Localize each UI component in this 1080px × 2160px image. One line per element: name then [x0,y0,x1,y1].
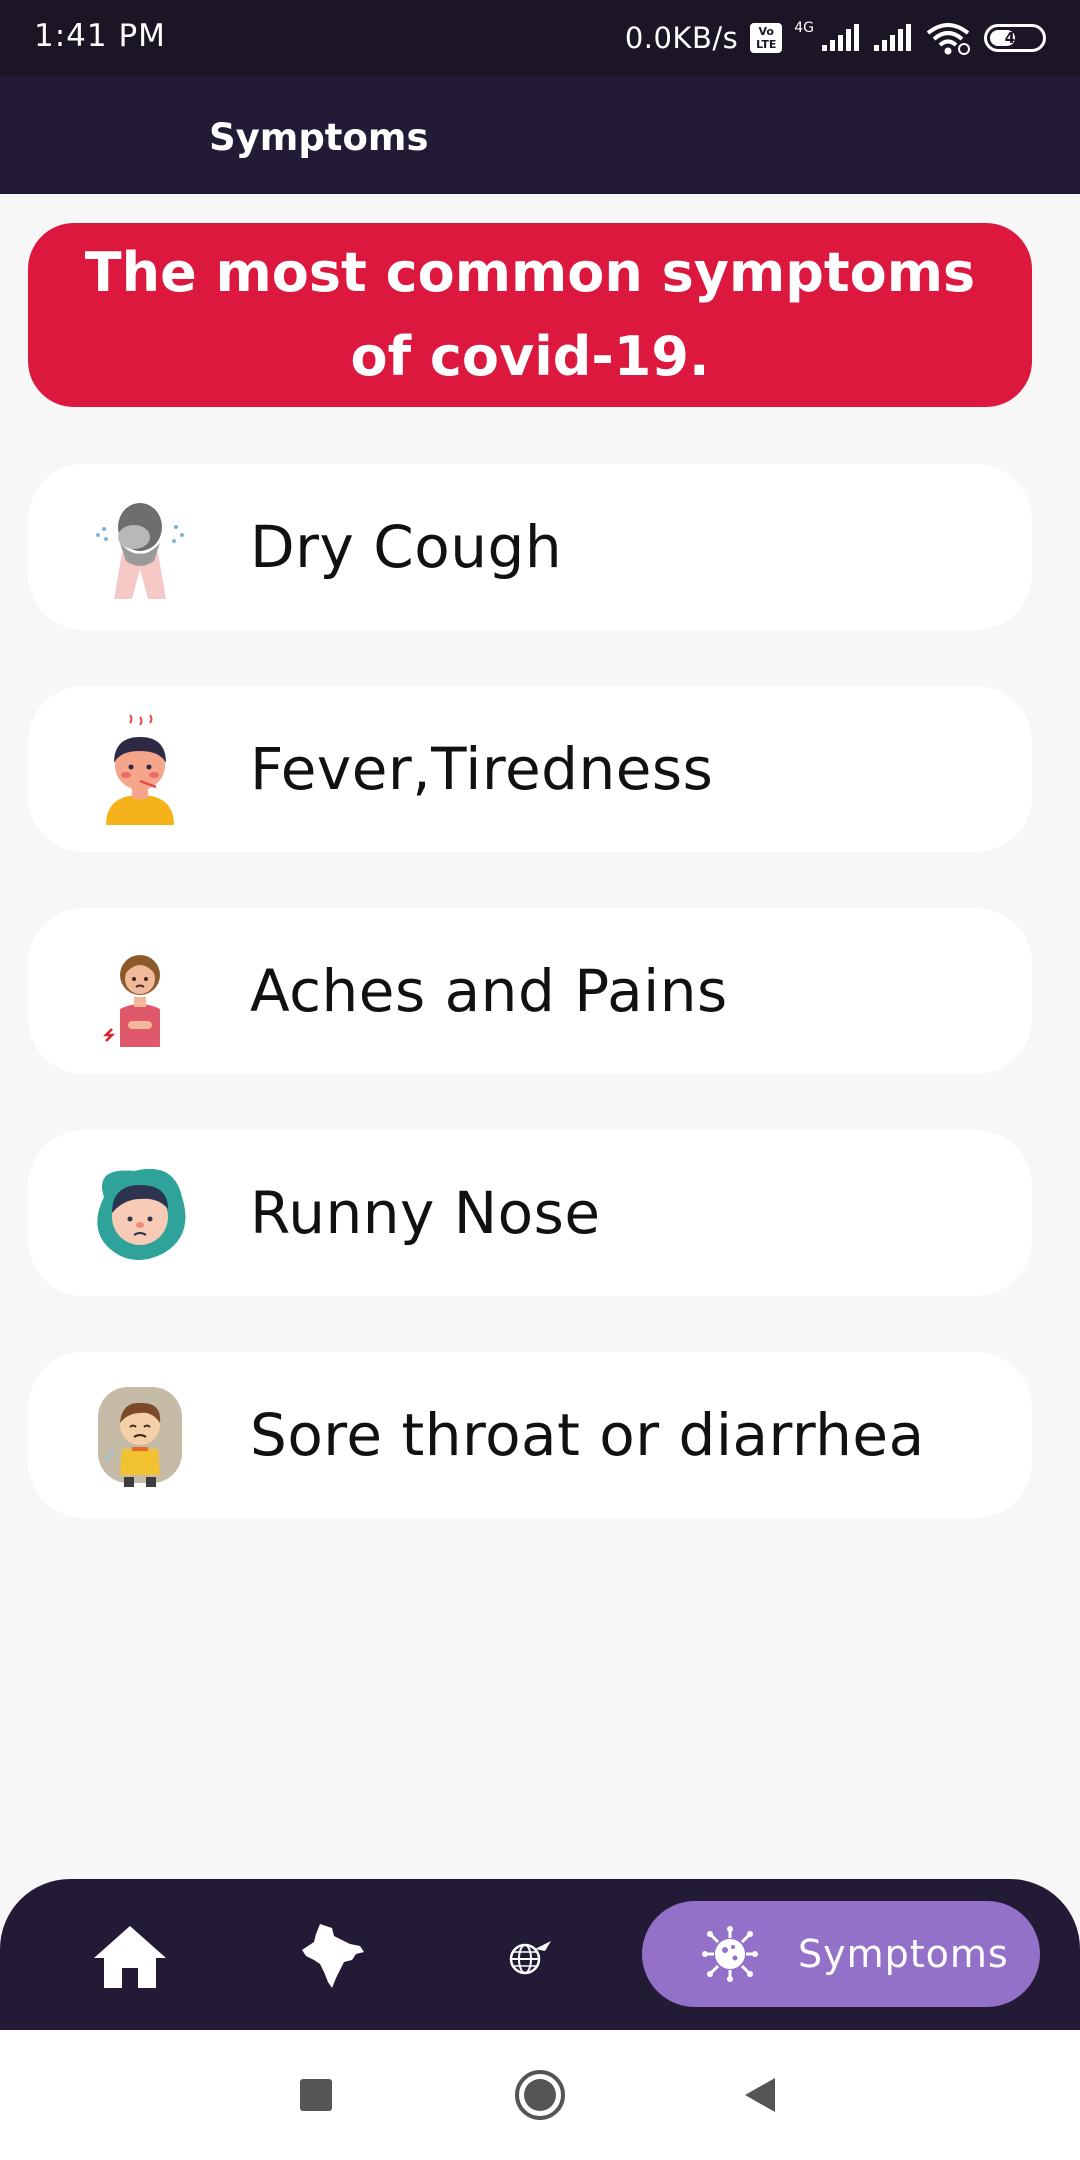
coughing-person-icon [84,491,196,603]
volte-top-text: Vo [758,25,774,38]
recent-apps-icon [300,2079,332,2111]
home-circle-icon [515,2070,565,2120]
symptom-card-dry-cough[interactable]: Dry Cough [28,464,1032,630]
nav-symptoms-label: Symptoms [798,1932,1009,1976]
signal-icon [822,24,859,51]
recent-apps-button[interactable] [266,2030,366,2160]
virus-icon [702,1926,758,1982]
back-triangle-icon [745,2078,775,2112]
symptom-label: Fever,Tiredness [250,735,714,803]
status-bar: 1:41 PM 0.0KB/s Vo LTE 4G 49 [0,0,1080,76]
status-icons: 0.0KB/s Vo LTE 4G 49 [625,16,1046,60]
fever-boy-icon [84,713,196,825]
symptom-label: Aches and Pains [250,957,728,1025]
india-map-icon [302,1924,364,1988]
volte-icon: Vo LTE [750,23,783,53]
symptom-label: Sore throat or diarrhea [250,1401,925,1469]
app-bar: Symptoms [0,76,1080,194]
nav-symptoms-button[interactable]: Symptoms [642,1901,1040,2007]
status-time: 1:41 PM [34,18,166,54]
banner-text: The most common symptoms of covid-19. [84,241,976,388]
system-home-button[interactable] [490,2030,590,2160]
home-icon [94,1926,166,1988]
symptom-card-aches[interactable]: Aches and Pains [28,908,1032,1074]
network-type: 4G [794,20,814,36]
system-back-button[interactable] [710,2030,810,2160]
symptom-card-sore-throat[interactable]: Sore throat or diarrhea [28,1352,1032,1518]
nav-world-button[interactable] [480,1907,580,2007]
globe-plane-icon [509,1941,551,1975]
network-speed: 0.0KB/s [624,21,739,55]
symptom-label: Dry Cough [250,513,563,581]
nav-home-button[interactable] [80,1907,180,2007]
battery-level: 49 [1004,29,1026,47]
sore-throat-boy-icon [84,1379,196,1491]
bottom-navigation: Symptoms [0,1879,1080,2030]
symptoms-banner: The most common symptoms of covid-19. [28,223,1032,407]
symptom-card-runny-nose[interactable]: Runny Nose [28,1130,1032,1296]
nav-india-button[interactable] [283,1907,383,2007]
symptom-card-fever[interactable]: Fever,Tiredness [28,686,1032,852]
sick-face-icon [84,1157,196,1269]
symptom-label: Runny Nose [250,1179,601,1247]
system-navigation-bar [0,2030,1080,2160]
wifi-icon [926,23,970,55]
volte-bottom-text: LTE [756,38,777,51]
stomach-ache-girl-icon [84,935,196,1047]
symptom-list: Dry Cough Fever,Tiredness Aches and Pain… [28,464,1032,1574]
signal-icon [874,24,911,51]
page-title: Symptoms [209,116,429,159]
battery-icon: 49 [984,24,1046,52]
